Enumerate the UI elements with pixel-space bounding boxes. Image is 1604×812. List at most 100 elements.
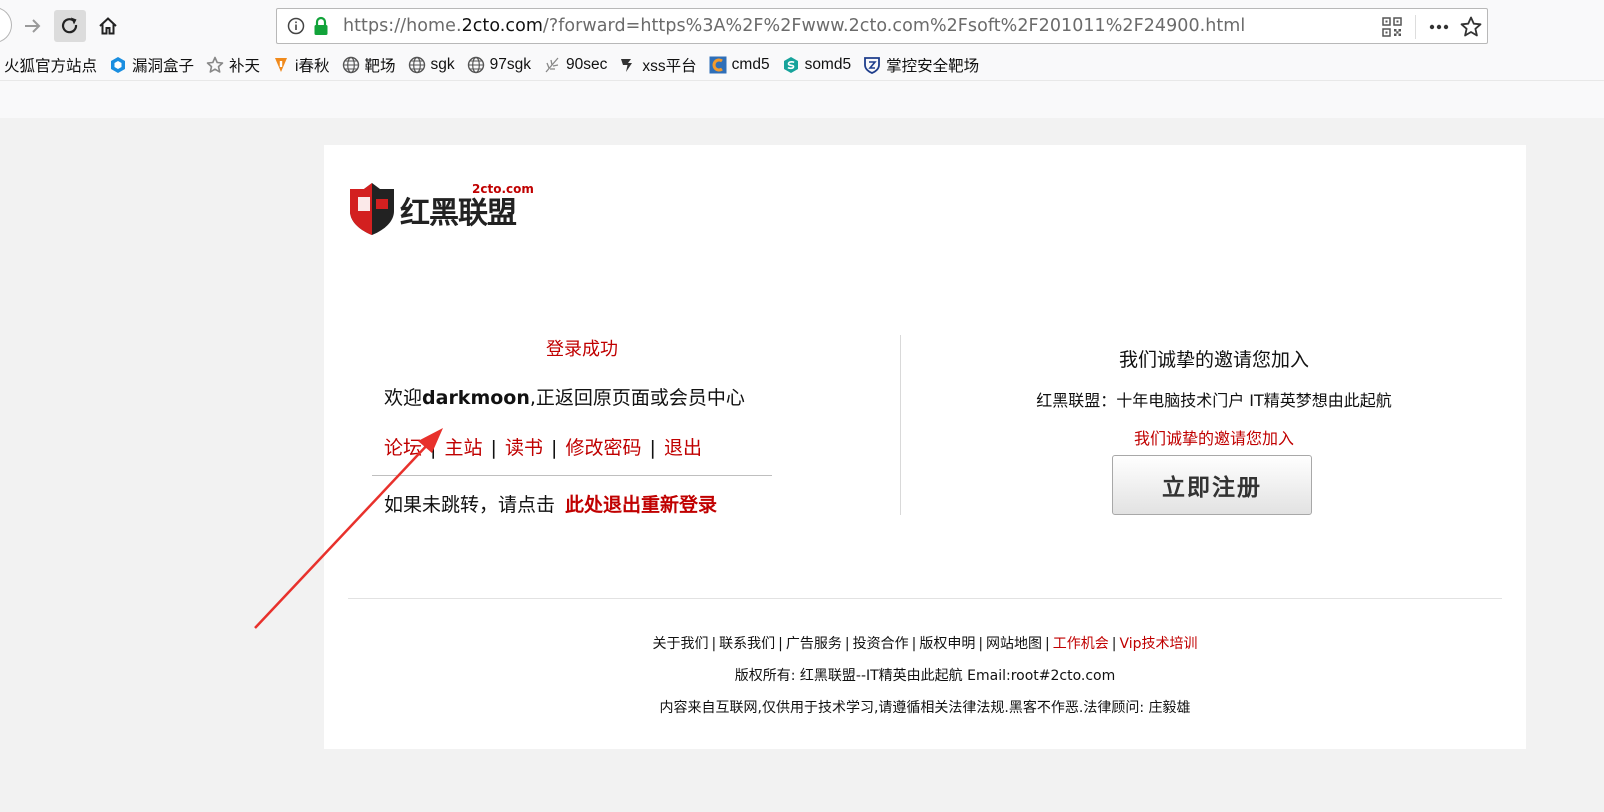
invite-subtitle: 我们诚挚的邀请您加入 bbox=[1133, 429, 1294, 448]
footer-links: 关于我们 | 联系我们 | 广告服务 | 投资合作 | 版权申明 | 网站地图 | 工作机会 | Vip技术… bbox=[324, 633, 1526, 653]
xss-icon bbox=[621, 59, 633, 72]
globe-icon bbox=[467, 56, 484, 74]
username: darkmoon bbox=[422, 387, 530, 409]
bookmark-label: 补天 bbox=[229, 58, 261, 75]
browser-chrome: https://home.2cto.com/?forward=https%3A%… bbox=[0, 0, 1604, 118]
cmd5-icon bbox=[709, 56, 727, 74]
bookmark-label: cmd5 bbox=[731, 56, 770, 73]
bookmark-90sec[interactable]: 90sec bbox=[543, 52, 607, 78]
star-icon[interactable] bbox=[1459, 15, 1483, 39]
bookmark-loudong-hezi[interactable]: 漏洞盒子 bbox=[109, 52, 194, 78]
footer-divider bbox=[348, 598, 1502, 599]
footer-link-about[interactable]: 关于我们 bbox=[652, 636, 708, 652]
welcome-prefix: 欢迎 bbox=[384, 387, 423, 409]
site-tagline: 红黑联盟：十年电脑技术门户 IT精英梦想由此起航 bbox=[1036, 391, 1392, 410]
link-books[interactable]: 读书 bbox=[505, 437, 543, 459]
footer-link-contact[interactable]: 联系我们 bbox=[719, 636, 775, 652]
logo-domain: 2cto.com bbox=[472, 182, 534, 196]
welcome-message: 欢迎darkmoon,正返回原页面或会员中心 bbox=[384, 383, 745, 410]
hexagon-icon bbox=[111, 57, 126, 73]
url-host: 2cto.com bbox=[461, 16, 543, 36]
bookmark-label: 靶场 bbox=[364, 58, 396, 75]
logo-text: 红黑联盟 bbox=[400, 196, 517, 231]
qr-code-icon[interactable] bbox=[1382, 17, 1402, 37]
bookmark-label: sgk bbox=[430, 56, 455, 73]
link-change-password[interactable]: 修改密码 bbox=[566, 437, 642, 459]
lock-icon[interactable] bbox=[313, 16, 329, 36]
home-button[interactable] bbox=[92, 10, 124, 42]
footer-separator: | bbox=[778, 636, 783, 652]
footer-separator: | bbox=[844, 636, 850, 652]
footer-link-copyright[interactable]: 版权申明 bbox=[919, 636, 975, 652]
bookmark-label: i春秋 bbox=[295, 58, 330, 75]
link-forum[interactable]: 论坛 bbox=[384, 437, 422, 459]
register-button[interactable]: 立即注册 bbox=[1112, 455, 1312, 515]
urlbar-separator bbox=[1415, 15, 1416, 39]
bookmark-label: 火狐官方站点 bbox=[4, 58, 98, 75]
quick-links: 论坛 | 主站 | 读书 | 修改密码 | 退出 bbox=[384, 433, 702, 460]
feather-icon bbox=[545, 57, 559, 73]
bookmark-firefox-official[interactable]: 火狐官方站点 bbox=[4, 52, 97, 78]
forward-icon bbox=[25, 19, 41, 33]
bookmark-ichunqiu[interactable]: i春秋 bbox=[272, 52, 330, 78]
footer-link-investment[interactable]: 投资合作 bbox=[853, 636, 909, 652]
bookmarks-toolbar: 火狐官方站点 漏洞盒子 补天 i春秋 靶场 sgk 97sgk 90sec xs… bbox=[0, 50, 1604, 80]
footer-separator: | bbox=[1111, 636, 1117, 652]
globe-icon bbox=[342, 56, 359, 74]
footer-separator: | bbox=[711, 636, 717, 652]
link-separator: | bbox=[643, 437, 662, 459]
info-icon[interactable] bbox=[287, 17, 305, 35]
url-prefix: https://home. bbox=[343, 16, 462, 36]
footer-separator: | bbox=[978, 636, 984, 652]
home-icon bbox=[99, 17, 117, 35]
bookmark-label: somd5 bbox=[804, 56, 852, 73]
bookmark-zhangkong-range[interactable]: 掌控安全靶场 bbox=[863, 52, 979, 78]
bookmark-label: 90sec bbox=[566, 56, 608, 73]
bookmark-sgk[interactable]: sgk bbox=[408, 52, 455, 78]
link-separator: | bbox=[424, 437, 443, 459]
url-text[interactable]: https://home.2cto.com/?forward=https%3A%… bbox=[343, 16, 1245, 36]
bookmark-97sgk[interactable]: 97sgk bbox=[467, 52, 531, 78]
bookmark-xss-platform[interactable]: xss平台 bbox=[619, 52, 697, 78]
reload-button[interactable] bbox=[54, 10, 86, 42]
site-logo[interactable]: 红黑联盟 2cto.com bbox=[348, 181, 548, 237]
back-button[interactable] bbox=[0, 7, 12, 43]
ichunqiu-icon bbox=[275, 58, 288, 72]
link-logout[interactable]: 退出 bbox=[664, 437, 702, 459]
bookmark-cmd5[interactable]: cmd5 bbox=[709, 52, 770, 78]
invite-title: 我们诚挚的邀请您加入 bbox=[1118, 349, 1309, 371]
star-badge-icon bbox=[206, 56, 224, 73]
login-result-card: 红黑联盟 2cto.com 登录成功 欢迎darkmoon,正返回原页面或会员中… bbox=[324, 145, 1526, 749]
footer-separator: | bbox=[911, 636, 917, 652]
address-bar[interactable]: https://home.2cto.com/?forward=https%3A%… bbox=[276, 8, 1488, 44]
url-rest: /?forward=https%3A%2F%2Fwww.2cto.com%2Fs… bbox=[542, 16, 1246, 36]
copyright-notice: 版权所有: 红黑联盟--IT精英由此起航 Email:root#2cto.com bbox=[734, 668, 1116, 684]
somd5-icon bbox=[783, 57, 798, 73]
bookmark-label: 漏洞盒子 bbox=[132, 58, 195, 75]
back-icon bbox=[0, 15, 9, 35]
disclaimer-notice: 内容来自互联网,仅供用于技术学习,请遵循相关法律法规.黑客不作恶.法律顾问: 庄… bbox=[659, 700, 1191, 716]
forward-button[interactable] bbox=[16, 10, 48, 42]
bookmark-label: xss平台 bbox=[642, 58, 697, 75]
footer-link-jobs[interactable]: 工作机会 bbox=[1053, 636, 1109, 652]
shield-icon bbox=[864, 57, 880, 74]
relogin-link[interactable]: 此处退出重新登录 bbox=[565, 494, 717, 516]
footer-link-vip-training[interactable]: Vip技术培训 bbox=[1119, 636, 1197, 652]
browser-toolbar: https://home.2cto.com/?forward=https%3A%… bbox=[0, 0, 1604, 50]
bookmark-label: 掌控安全靶场 bbox=[886, 58, 980, 75]
reload-icon bbox=[61, 17, 78, 34]
link-separator: | bbox=[545, 437, 564, 459]
welcome-suffix: ,正返回原页面或会员中心 bbox=[529, 387, 745, 409]
link-main-site[interactable]: 主站 bbox=[445, 437, 483, 459]
footer-link-ads[interactable]: 广告服务 bbox=[786, 636, 842, 652]
column-divider bbox=[900, 335, 901, 515]
panel-divider bbox=[372, 475, 772, 476]
more-icon[interactable] bbox=[1427, 17, 1451, 37]
redirect-notice: 如果未跳转，请点击 此处退出重新登录 bbox=[384, 490, 717, 517]
footer-link-sitemap[interactable]: 网站地图 bbox=[986, 636, 1042, 652]
bookmark-butian[interactable]: 补天 bbox=[206, 52, 260, 78]
bookmark-somd5[interactable]: somd5 bbox=[782, 52, 852, 78]
bookmark-bachang[interactable]: 靶场 bbox=[342, 52, 396, 78]
login-success-message: 登录成功 bbox=[546, 339, 618, 360]
redirect-text: 如果未跳转，请点击 bbox=[384, 494, 556, 516]
